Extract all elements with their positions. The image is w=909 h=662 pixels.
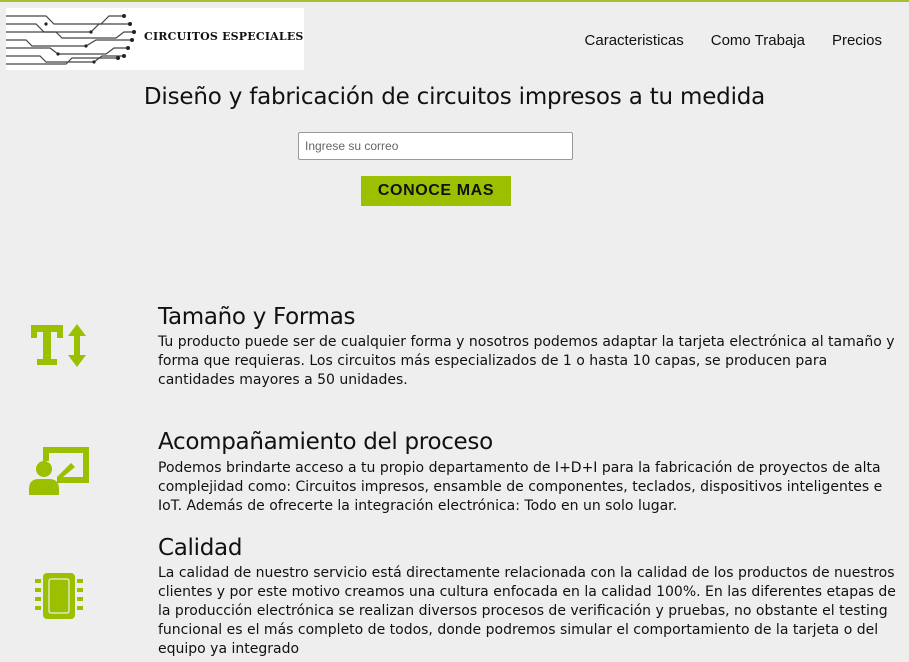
feature-text: Tu producto puede ser de cualquier forma… — [158, 334, 895, 388]
nav-link-precios[interactable]: Precios — [832, 32, 882, 49]
email-input[interactable] — [298, 132, 573, 160]
feature-title: Acompañamiento del proceso — [158, 429, 493, 455]
logo[interactable]: CIRCUITOS ESPECIALES — [6, 8, 304, 70]
user-presentation-icon — [27, 445, 91, 501]
hero-title: Diseño y fabricación de circuitos impres… — [143, 84, 766, 110]
microchip-icon — [27, 571, 91, 625]
nav-link-caracteristicas[interactable]: Caracteristicas — [585, 32, 684, 49]
feature-text: Podemos brindarte acceso a tu propio dep… — [158, 460, 883, 514]
feature-title: Calidad — [158, 535, 243, 561]
logo-text: CIRCUITOS ESPECIALES — [144, 30, 304, 43]
text-height-icon — [27, 322, 89, 372]
feature-title: Tamaño y Formas — [158, 304, 356, 330]
feature-text: La calidad de nuestro servicio está dire… — [158, 565, 896, 657]
main-nav: Caracteristicas Como Trabaja Precios — [585, 32, 882, 49]
nav-link-como-trabaja[interactable]: Como Trabaja — [711, 32, 805, 49]
conoce-mas-button[interactable]: CONOCE MAS — [361, 176, 511, 206]
